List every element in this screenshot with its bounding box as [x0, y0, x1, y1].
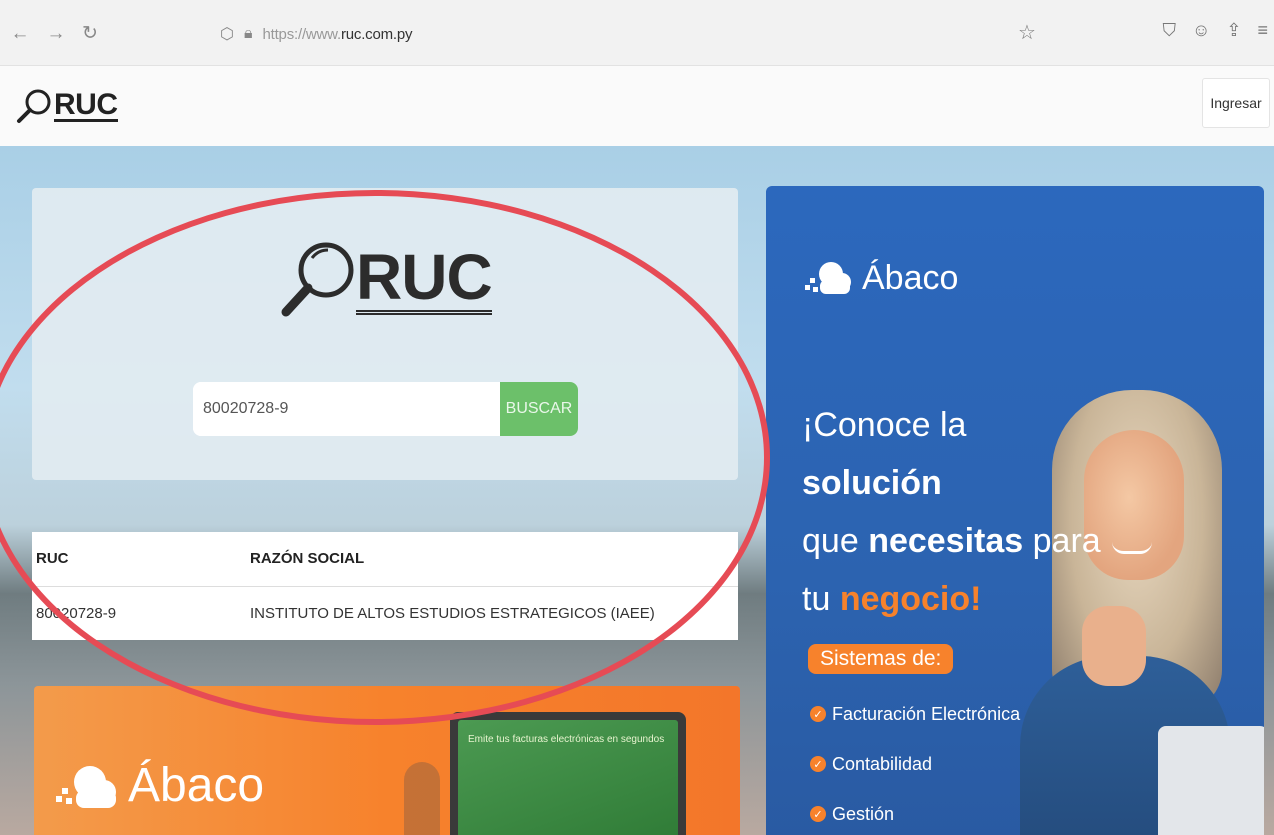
ruc-search-input[interactable]: [193, 382, 500, 436]
column-header-ruc: RUC: [32, 532, 246, 587]
pocket-icon[interactable]: ⛉: [1163, 20, 1177, 41]
check-icon: ✓: [810, 706, 826, 722]
abaco-orange-ad[interactable]: Ábaco Emite tus facturas electrónicas en…: [34, 686, 740, 835]
address-bar[interactable]: ⬡ 🔒︎ https://www.ruc.com.py: [220, 20, 413, 48]
abaco-brand: Ábaco: [804, 258, 958, 298]
list-item: ✓ Contabilidad: [810, 739, 1020, 789]
sistemas-pill: Sistemas de:: [808, 644, 954, 674]
site-logo[interactable]: RUC: [14, 86, 118, 126]
laptop-illustration: [1158, 726, 1264, 835]
check-icon: ✓: [810, 756, 826, 772]
logo-text: RUC: [54, 87, 118, 122]
reload-icon[interactable]: ↻: [78, 22, 102, 46]
table-row[interactable]: 80020728-9 INSTITUTO DE ALTOS ESTUDIOS E…: [32, 586, 738, 640]
ruc-logo-text: RUC: [356, 240, 493, 315]
ruc-main-logo: RUC: [276, 232, 493, 328]
list-item: ✓ Gestión: [810, 789, 1020, 835]
cactus-illustration: [404, 762, 440, 835]
menu-icon[interactable]: ≡: [1257, 20, 1268, 41]
forward-icon[interactable]: →: [44, 22, 68, 46]
column-header-razon-social: RAZÓN SOCIAL: [246, 532, 738, 587]
url-text: https://www.ruc.com.py: [262, 25, 413, 43]
search-form: BUSCAR: [193, 382, 578, 436]
laptop-screen: Emite tus facturas electrónicas en segun…: [458, 720, 678, 835]
abaco-brand-text: Ábaco: [862, 258, 959, 297]
magnifier-icon: [17, 89, 51, 123]
back-icon[interactable]: ←: [8, 22, 32, 46]
abaco-brand-text: Ábaco: [128, 759, 265, 812]
feature-list: ✓ Facturación Electrónica ✓ Contabilidad ✓…: [810, 689, 1020, 835]
lock-icon: 🔒︎: [243, 25, 253, 42]
magnifier-icon: [281, 242, 354, 317]
shield-icon: ⬡: [220, 26, 234, 43]
cloud-icon: [805, 262, 851, 294]
cloud-icon: [56, 765, 116, 808]
abaco-brand: Ábaco: [54, 758, 264, 813]
search-button[interactable]: BUSCAR: [500, 382, 578, 436]
abaco-blue-ad[interactable]: Ábaco ¡Conoce la solución que necesitas …: [766, 186, 1264, 835]
check-icon: ✓: [810, 806, 826, 822]
results-table: RUC RAZÓN SOCIAL 80020728-9 INSTITUTO DE…: [32, 532, 738, 640]
woman-smile: [1112, 542, 1152, 554]
list-item: ✓ Facturación Electrónica: [810, 689, 1020, 739]
ad-headline: ¡Conoce la solución que necesitas para t…: [802, 406, 1101, 618]
extensions-icon[interactable]: ⇪: [1226, 20, 1241, 41]
laptop-illustration: Emite tus facturas electrónicas en segun…: [450, 712, 686, 835]
cell-ruc: 80020728-9: [36, 604, 117, 622]
site-header: RUC Ingresar: [0, 66, 1274, 146]
bookmark-star-icon[interactable]: ☆: [1018, 20, 1036, 45]
browser-toolbar: ← → ↻ ⬡ 🔒︎ https://www.ruc.com.py ☆ ⛉ ☺ …: [0, 0, 1274, 66]
account-icon[interactable]: ☺: [1192, 20, 1210, 41]
cell-razon-social: INSTITUTO DE ALTOS ESTUDIOS ESTRATEGICOS…: [250, 604, 655, 622]
login-button[interactable]: Ingresar: [1202, 78, 1270, 128]
